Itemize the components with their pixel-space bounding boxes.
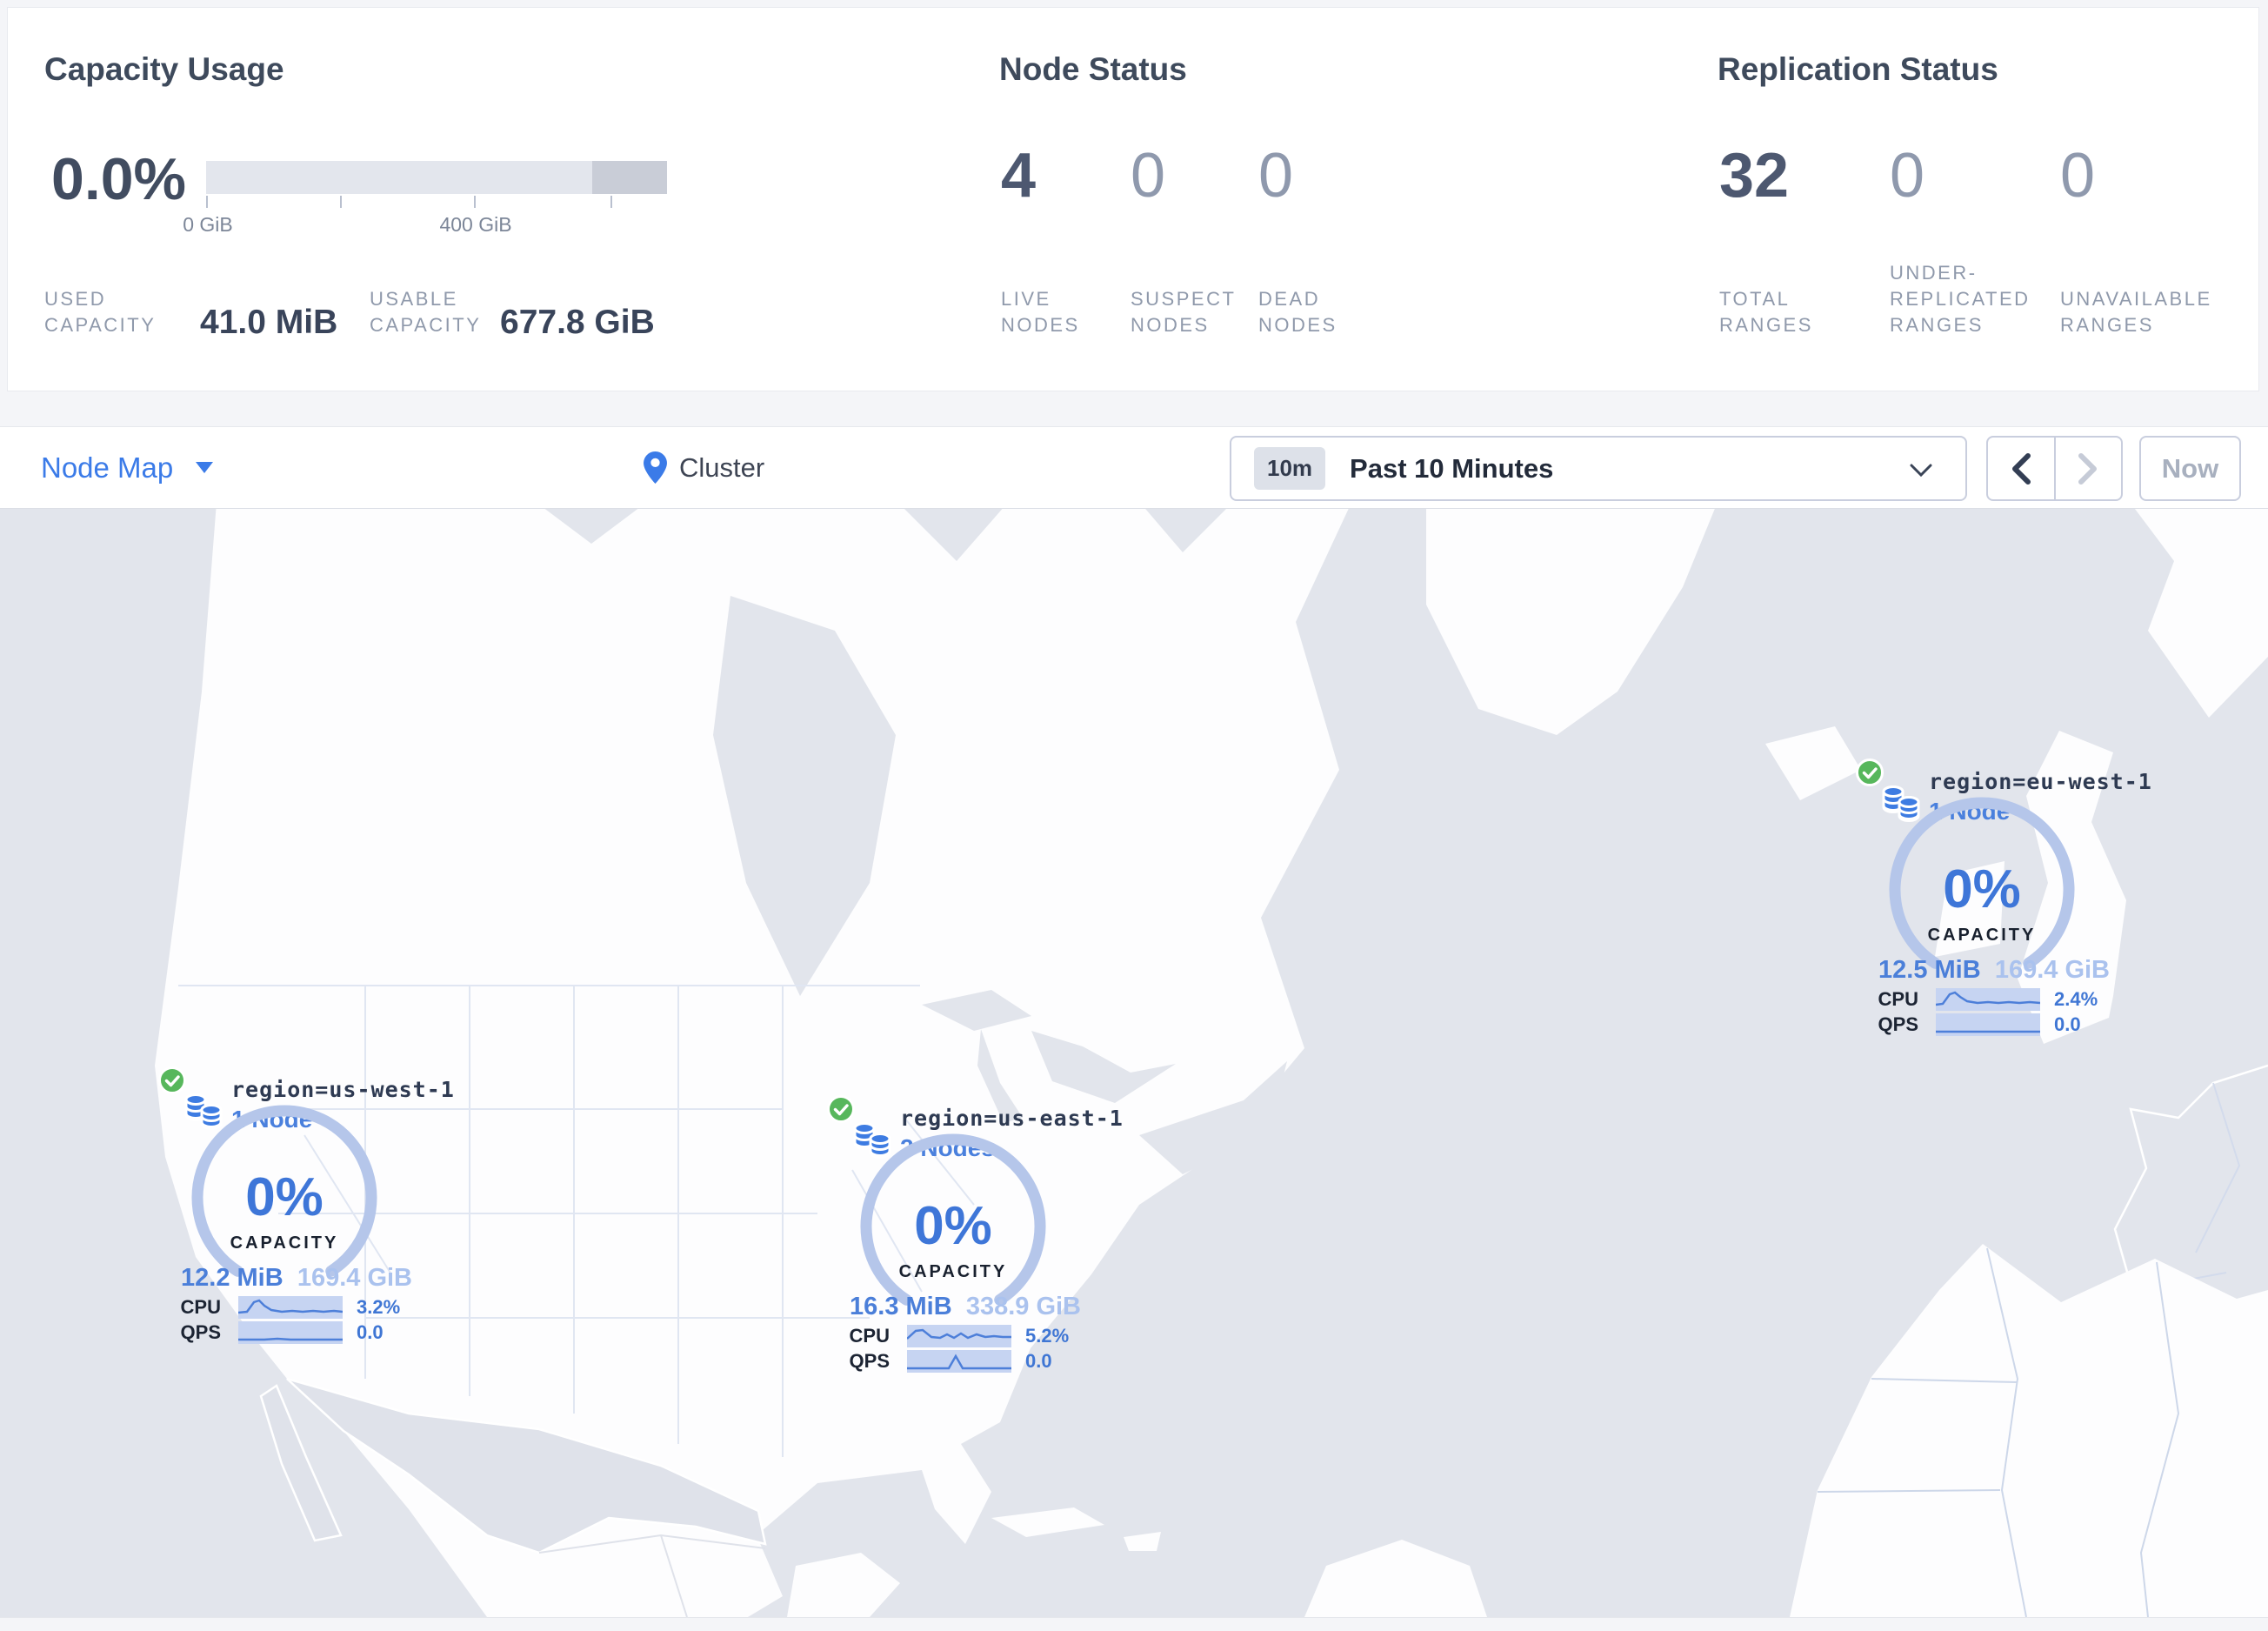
time-nav-buttons [1986,436,2123,501]
caret-down-icon [196,462,214,473]
used-capacity-value: 41.0 MiB [200,304,338,341]
location-pin-icon [644,451,667,484]
qps-label: QPS [849,1350,890,1372]
breadcrumb-label: Cluster [679,451,765,483]
world-map [0,491,2268,1618]
usable-capacity: 169.4 GiB [1994,956,2110,984]
capacity-gauge-label: CAPACITY [1927,926,2037,945]
capacity-bar-ticks [206,196,667,209]
used-capacity: 16.3 MiB [850,1293,952,1320]
qps-label: QPS [1878,1013,1918,1035]
used-capacity-label: USED CAPACITY [44,288,157,336]
replication-status-title: Replication Status [1718,51,1998,87]
time-back-button[interactable] [1988,438,2056,499]
usable-capacity-label: USABLE CAPACITY [370,288,482,336]
region-marker-eu-west-1[interactable]: region=eu-west-1 1 Node 0% CAPACITY 12.5… [1856,759,2151,1046]
total-ranges-value: 32 [1719,141,1790,211]
used-capacity: 12.5 MiB [1878,956,1981,984]
time-forward-button[interactable] [2056,438,2122,499]
live-nodes-label: LIVE NODES [1001,288,1080,336]
qps-value: 0.0 [2054,1013,2081,1035]
chevron-left-icon [2011,452,2031,485]
usable-capacity: 338.9 GiB [965,1293,1081,1320]
capacity-gauge-percent: 0% [1943,859,2021,919]
capacity-bar [206,161,667,194]
breadcrumb[interactable]: Cluster [644,427,764,508]
cpu-sparkline [238,1296,343,1319]
qps-value: 0.0 [357,1321,384,1343]
under-replicated-value: 0 [1890,141,1925,211]
capacity-percent: 0.0% [51,146,186,212]
cpu-value: 2.4% [2054,988,2098,1010]
time-range-dropdown[interactable]: 10m Past 10 Minutes [1230,436,1967,501]
capacity-usage-title: Capacity Usage [44,51,284,87]
time-range-badge: 10m [1254,447,1326,490]
qps-sparkline [907,1350,1011,1373]
cluster-summary-panel: Capacity Usage 0.0% 0 GiB 400 GiB USED C… [7,7,2259,391]
unavailable-label: UNAVAILABLE RANGES [2060,288,2212,336]
dead-nodes-value: 0 [1258,141,1294,211]
view-selector-label: Node Map [41,451,174,484]
region-marker-us-west-1[interactable]: region=us-west-1 1 Node 0% CAPACITY 12.2… [158,1066,454,1354]
capacity-gauge-percent: 0% [245,1167,324,1227]
region-marker-us-east-1[interactable]: region=us-east-1 2 Nodes 0% CAPACITY 16.… [827,1095,1123,1382]
map-toolbar: Node Map Cluster 10m Past 10 Minutes Now [0,426,2268,509]
map-footer-strip [0,1617,2268,1631]
node-status-title: Node Status [999,51,1187,87]
capacity-gauge-label: CAPACITY [230,1233,339,1253]
capacity-bar-reserved-segment [592,161,667,194]
qps-value: 0.0 [1025,1350,1052,1372]
node-map[interactable] [0,491,2268,1618]
chevron-right-icon [2078,452,2098,485]
cpu-label: CPU [849,1325,890,1347]
total-ranges-label: TOTAL RANGES [1719,288,1813,336]
qps-sparkline [238,1321,343,1344]
time-range-label: Past 10 Minutes [1350,452,1554,484]
suspect-nodes-value: 0 [1131,141,1166,211]
capacity-tick-0: 0 GiB [183,213,233,236]
usable-capacity: 169.4 GiB [297,1264,412,1292]
capacity-gauge-label: CAPACITY [898,1262,1008,1281]
cluster-overview-page: Capacity Usage 0.0% 0 GiB 400 GiB USED C… [0,0,2268,1631]
unavailable-value: 0 [2060,141,2096,211]
capacity-gauge-percent: 0% [914,1196,992,1256]
used-capacity: 12.2 MiB [181,1264,284,1292]
cpu-sparkline [1936,988,2040,1011]
qps-sparkline [1936,1013,2040,1036]
usable-capacity-value: 677.8 GiB [500,304,655,341]
under-replicated-label: UNDER-REPLICATED RANGES [1890,262,2031,336]
cpu-sparkline [907,1325,1011,1347]
capacity-tick-400: 400 GiB [439,213,512,236]
live-nodes-value: 4 [1001,141,1037,211]
cpu-label: CPU [180,1296,221,1318]
view-selector-dropdown[interactable]: Node Map [41,427,214,508]
chevron-down-icon [1910,464,1932,478]
cpu-value: 3.2% [357,1296,401,1318]
dead-nodes-label: DEAD NODES [1258,288,1337,336]
qps-label: QPS [180,1321,221,1343]
cpu-value: 5.2% [1025,1325,1070,1347]
suspect-nodes-label: SUSPECT NODES [1131,288,1237,336]
now-button[interactable]: Now [2139,436,2241,501]
cpu-label: CPU [1878,988,1918,1010]
